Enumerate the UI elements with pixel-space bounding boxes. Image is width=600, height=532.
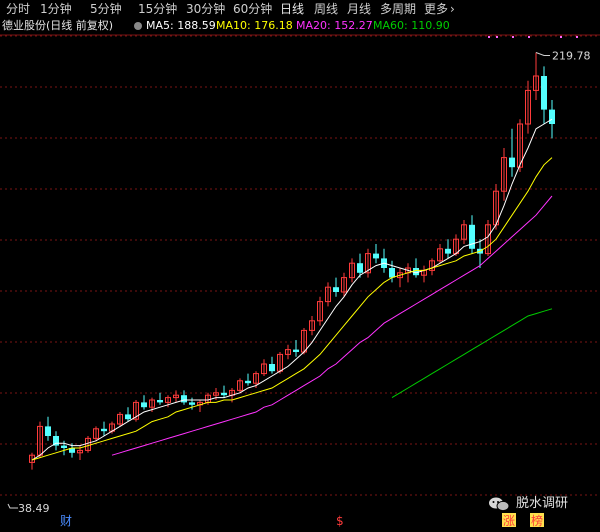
candle-body <box>189 402 195 405</box>
candle-body <box>333 287 339 292</box>
top-tick-mark <box>528 36 530 38</box>
high-price-label: 219.78 <box>552 50 591 63</box>
wechat-icon <box>489 497 510 512</box>
candle-body <box>373 253 379 259</box>
low-price-label: 38.49 <box>18 502 50 515</box>
candle-body <box>125 414 131 420</box>
candle-body <box>61 445 67 448</box>
candle-body <box>157 400 163 403</box>
top-tick-mark <box>560 36 562 38</box>
candle-body <box>269 364 275 372</box>
ma60-line <box>391 308 553 399</box>
candle-body <box>101 428 107 432</box>
top-tick-mark <box>488 36 490 38</box>
event-marker-2: 涨 <box>503 513 515 528</box>
candle-body <box>541 76 547 110</box>
event-marker-3: 榜 <box>531 513 543 528</box>
high-pointer <box>535 52 550 57</box>
candle-body <box>293 349 299 352</box>
top-tick-mark <box>512 36 514 38</box>
candle-body <box>141 402 147 408</box>
candle-body <box>389 268 395 278</box>
candle-body <box>245 380 251 384</box>
low-pointer <box>7 503 18 509</box>
event-marker-0: 财 <box>60 514 72 528</box>
ma10-line <box>31 157 553 461</box>
top-tick-mark <box>576 36 578 38</box>
candle-body <box>181 395 187 403</box>
top-tick-mark <box>496 36 498 38</box>
event-marker-1: $ <box>336 514 344 528</box>
candle-body <box>413 268 419 276</box>
candle-body <box>221 392 227 396</box>
candle-body <box>45 426 51 436</box>
candle-body <box>445 248 451 254</box>
candle-body <box>357 263 363 273</box>
candle-body <box>469 224 475 249</box>
candle-body <box>509 157 515 168</box>
watermark-text: 脱水调研 <box>516 496 569 511</box>
candle-body <box>549 109 555 124</box>
candlestick-chart[interactable]: 219.78 38.49 财 $ 涨 榜 <box>0 0 600 532</box>
watermark: 脱水调研 <box>488 494 588 514</box>
ma5-line <box>31 118 553 461</box>
